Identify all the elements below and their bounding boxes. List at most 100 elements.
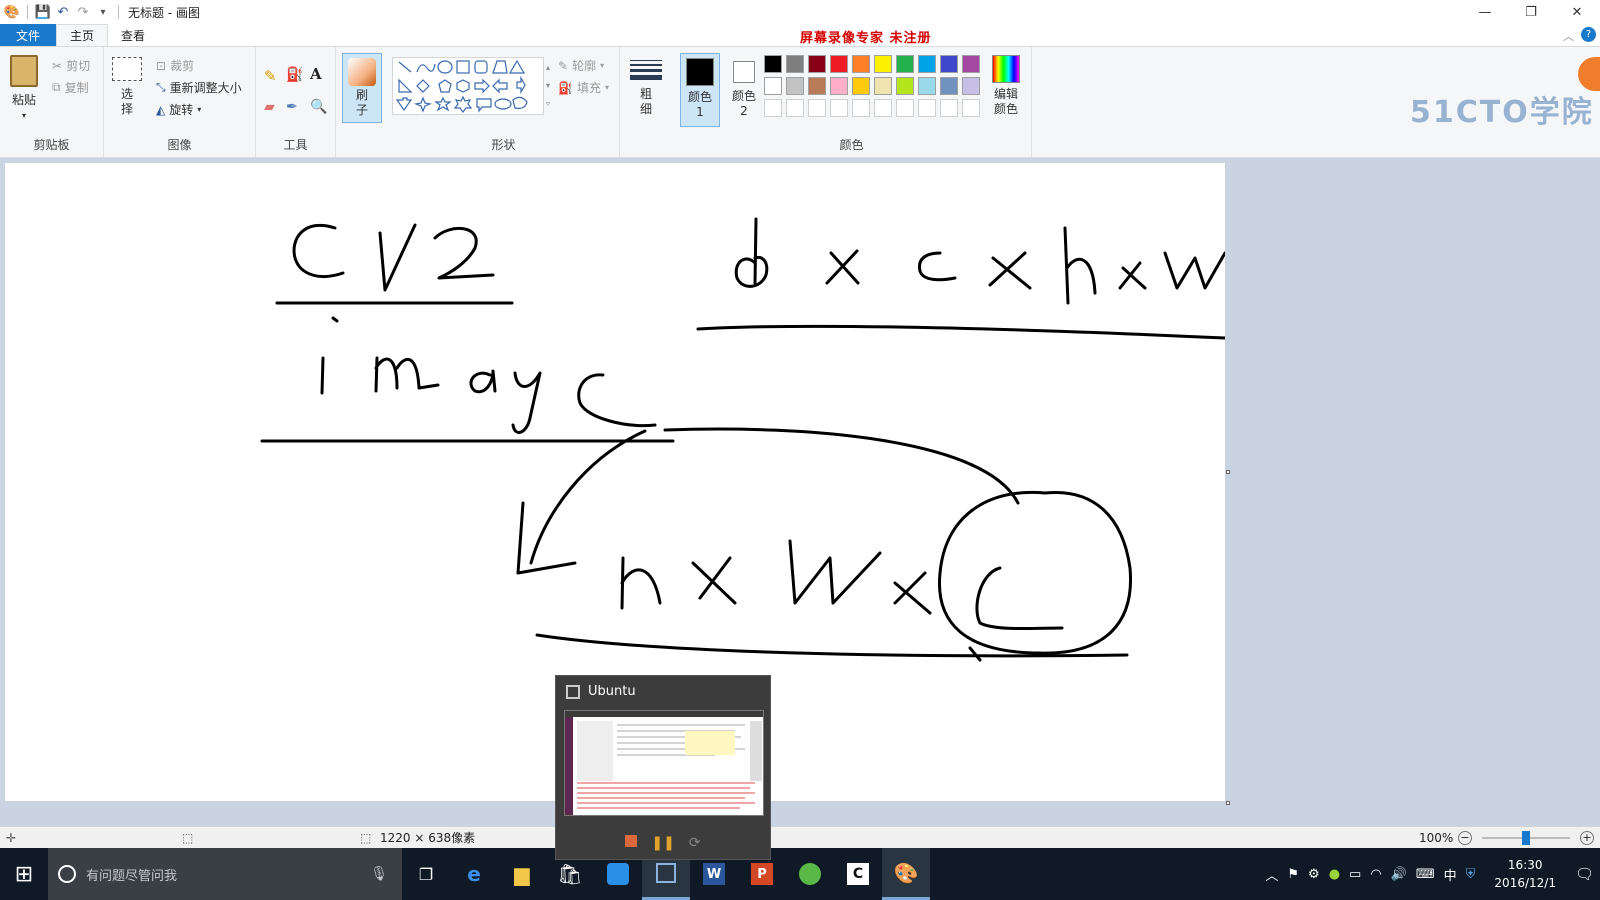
zoom-out-icon[interactable]: − [1458, 830, 1472, 845]
customize-icon[interactable]: ▾ [95, 4, 111, 20]
tab-home[interactable]: 主页 [56, 24, 109, 46]
gallery-scroll-icon[interactable]: ▴ ▾ ▿ [546, 59, 550, 113]
undo-icon[interactable]: ↶ [55, 4, 71, 20]
popup-title: Ubuntu [566, 684, 636, 699]
taskbar-paint[interactable]: 🎨 [882, 848, 930, 900]
paint-app-icon[interactable]: 🎨 [4, 4, 20, 20]
resize-handle-icon[interactable] [1226, 470, 1230, 474]
brushes-button[interactable]: 刷子 [342, 53, 382, 123]
color-swatch[interactable] [764, 55, 782, 73]
color-swatch[interactable] [874, 77, 892, 95]
taskbar-edge[interactable]: e [450, 848, 498, 900]
color-swatch[interactable] [918, 99, 936, 117]
zoom-in-icon[interactable]: + [1580, 830, 1594, 845]
color-swatch[interactable] [808, 55, 826, 73]
color-swatch[interactable] [852, 99, 870, 117]
battery-icon[interactable]: ▭ [1349, 867, 1361, 882]
color-swatch[interactable] [962, 99, 980, 117]
color-swatch[interactable] [896, 99, 914, 117]
color-swatch[interactable] [830, 77, 848, 95]
clock[interactable]: 16:30 2016/12/1 [1494, 856, 1556, 892]
fill-bucket-icon[interactable]: ⛽ [286, 67, 303, 83]
color-swatch[interactable] [830, 55, 848, 73]
color-swatch[interactable] [940, 99, 958, 117]
taskbar-explorer[interactable]: ▆ [498, 848, 546, 900]
chevron-up-icon[interactable]: ︿ [1265, 865, 1278, 884]
color-swatch[interactable] [786, 99, 804, 117]
size-button[interactable]: 粗细 [628, 57, 664, 117]
color-swatch[interactable] [852, 77, 870, 95]
color-swatch[interactable] [940, 77, 958, 95]
cut-button[interactable]: ✂ 剪切 [52, 57, 90, 74]
tray-app-icon[interactable]: ⚑ [1287, 867, 1299, 882]
color-swatch[interactable] [874, 99, 892, 117]
color-swatch[interactable] [940, 55, 958, 73]
stop-icon[interactable] [625, 835, 638, 847]
color-swatch[interactable] [764, 99, 782, 117]
wifi-icon[interactable]: ◠ [1370, 867, 1381, 882]
edit-colors-button[interactable]: 编辑颜色 [988, 55, 1024, 117]
help-icon[interactable]: ? [1581, 27, 1596, 42]
collapse-ribbon-icon[interactable]: ︿ [1563, 28, 1574, 44]
pause-icon[interactable]: ❚❚ [651, 835, 674, 851]
resize-handle-icon[interactable] [1226, 801, 1230, 805]
color-swatch[interactable] [918, 77, 936, 95]
color-swatch[interactable] [962, 55, 980, 73]
color-swatch[interactable] [786, 77, 804, 95]
pencil-icon[interactable]: ✎ [264, 67, 277, 85]
divider [27, 5, 28, 19]
color-swatch[interactable] [962, 77, 980, 95]
color-swatch[interactable] [852, 55, 870, 73]
tray-shield-icon[interactable]: ⛨ [1466, 867, 1476, 882]
color-swatch[interactable] [918, 55, 936, 73]
color-swatch[interactable] [786, 55, 804, 73]
ime-indicator[interactable]: 中 [1444, 865, 1457, 884]
ubuntu-thumbnail[interactable] [564, 710, 764, 816]
volume-icon[interactable]: 🔊 [1391, 867, 1407, 882]
eraser-icon[interactable]: ▰ [264, 99, 275, 115]
color-swatch[interactable] [874, 55, 892, 73]
zoom-slider-thumb[interactable] [1522, 831, 1530, 845]
tab-file[interactable]: 文件 [0, 24, 57, 46]
taskbar-app-green[interactable] [786, 848, 834, 900]
paste-button[interactable]: 粘贴 ▾ [10, 55, 38, 123]
minimize-button[interactable]: — [1462, 0, 1508, 24]
color2-button[interactable]: 颜色 2 [724, 53, 764, 127]
task-view-button[interactable]: ❐ [402, 848, 450, 900]
resize-button[interactable]: ⤡ 重新调整大小 [156, 79, 242, 96]
save-icon[interactable]: 💾 [35, 4, 51, 20]
microphone-icon[interactable]: 🎙 [370, 866, 388, 882]
magnifier-icon[interactable]: 🔍 [310, 99, 327, 115]
crop-button[interactable]: ⊡ 裁剪 [156, 57, 194, 74]
outline-button[interactable]: ✎ 轮廓 ▾ [558, 57, 604, 74]
redo-icon[interactable]: ↷ [75, 4, 91, 20]
color-swatch[interactable] [808, 99, 826, 117]
restore-button[interactable]: ❐ [1508, 0, 1554, 24]
close-button[interactable]: ✕ [1554, 0, 1600, 24]
taskbar-app-c[interactable]: C [834, 848, 882, 900]
tray-app-icon[interactable]: ⚙ [1308, 867, 1320, 882]
color-swatch[interactable] [896, 77, 914, 95]
color-picker-icon[interactable]: ✒ [286, 99, 298, 115]
color-swatch[interactable] [808, 77, 826, 95]
color-swatch[interactable] [764, 77, 782, 95]
taskbar-preview-popup[interactable]: Ubuntu ❚❚ ⟳ [555, 675, 771, 860]
rotate-button[interactable]: ◭ 旋转 ▾ [156, 101, 201, 118]
copy-button[interactable]: ⧉ 复制 [52, 79, 89, 96]
color-swatch[interactable] [896, 55, 914, 73]
edge-icon: e [467, 862, 481, 886]
color-swatch[interactable] [830, 99, 848, 117]
color1-button[interactable]: 颜色 1 [680, 53, 720, 127]
shapes-gallery[interactable] [392, 57, 544, 115]
start-button[interactable]: ⊞ [0, 848, 48, 900]
text-icon[interactable]: A [310, 65, 322, 83]
select-button[interactable]: 选择 [112, 57, 142, 117]
notifications-icon[interactable]: 🗨 [1575, 865, 1594, 883]
tray-app-icon[interactable]: ● [1329, 867, 1340, 882]
refresh-icon[interactable]: ⟳ [689, 835, 701, 851]
fill-button[interactable]: ⛽ 填充 ▾ [558, 79, 609, 96]
color1-swatch [686, 58, 714, 86]
keyboard-icon[interactable]: ⌨ [1416, 867, 1435, 882]
cortana-search[interactable]: 有问题尽管问我 🎙 [48, 848, 402, 900]
tab-view[interactable]: 查看 [108, 24, 158, 46]
